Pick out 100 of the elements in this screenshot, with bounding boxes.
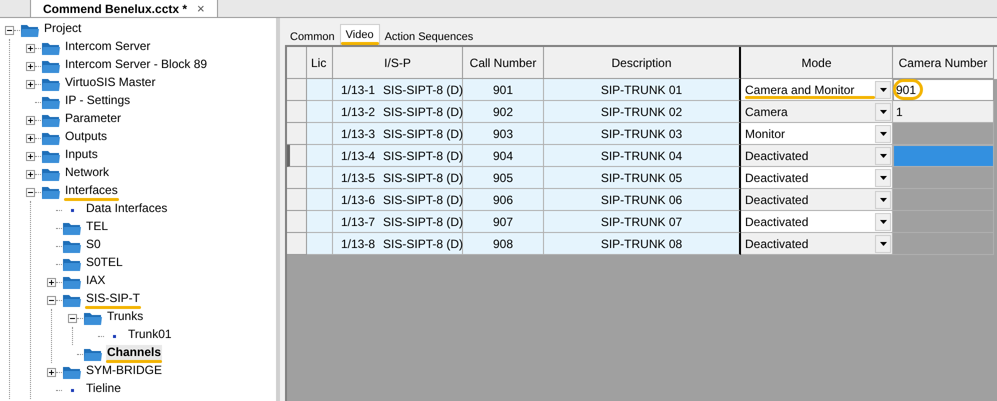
module-text: SIS-SIPT-8 (D) <box>383 126 464 142</box>
dropdown-button[interactable] <box>875 234 891 252</box>
tab[interactable]: Common <box>285 26 340 45</box>
port-text: 1/13-3 <box>341 126 376 142</box>
dropdown-button[interactable] <box>875 124 891 142</box>
tree-item[interactable]: Data Interfaces <box>85 201 168 219</box>
tree-item[interactable]: SIS-SIP-T <box>85 291 142 309</box>
table-cell: SIP-TRUNK 01 <box>544 79 741 101</box>
dropdown-button[interactable] <box>875 212 891 230</box>
tree-item[interactable]: S0 <box>85 237 102 255</box>
collapse-icon[interactable] <box>5 26 14 34</box>
table-cell: SIP-TRUNK 02 <box>544 101 741 123</box>
document-tab[interactable]: Commend Benelux.cctx * × <box>30 0 218 17</box>
module-text: SIS-SIPT-8 (D) <box>383 214 464 230</box>
table-cell: 902 <box>463 101 544 123</box>
mode-value: Camera and Monitor <box>745 80 875 98</box>
expand-icon[interactable] <box>26 80 35 88</box>
folder-icon <box>83 310 103 326</box>
expand-icon[interactable] <box>26 116 35 124</box>
table-cell: SIP-TRUNK 04 <box>544 145 741 167</box>
tree-item[interactable]: S0TEL <box>85 255 124 273</box>
table-cell: 901 <box>463 79 544 101</box>
table-cell: SIP-TRUNK 03 <box>544 123 741 145</box>
expand-icon[interactable] <box>26 62 35 70</box>
caret-icon <box>880 242 886 246</box>
caret-icon <box>880 198 886 202</box>
module-text: SIS-SIPT-8 (D) <box>383 148 464 164</box>
tree-item[interactable]: Intercom Server - Block 89 <box>64 57 208 75</box>
dropdown-button[interactable] <box>875 168 891 186</box>
port-text: 1/13-2 <box>341 104 376 120</box>
tree-item[interactable]: VirtuoSIS Master <box>64 75 156 93</box>
folder-icon <box>41 184 61 200</box>
expand-icon[interactable] <box>47 368 56 376</box>
tree-item[interactable]: Trunks <box>106 309 144 327</box>
port-text: 1/13-5 <box>341 170 376 186</box>
table-cell: 905 <box>463 167 544 189</box>
folder-icon <box>41 166 61 182</box>
tree-item[interactable]: Parameter <box>64 111 122 129</box>
folder-icon <box>41 76 61 92</box>
mode-value: Camera <box>745 104 789 120</box>
collapse-icon[interactable] <box>26 188 35 196</box>
close-button[interactable]: × <box>197 2 205 15</box>
expand-icon[interactable] <box>26 134 35 142</box>
expand-icon[interactable] <box>26 170 35 178</box>
mode-value: Deactivated <box>745 170 810 186</box>
tree-item[interactable]: Interfaces <box>64 183 119 201</box>
module-text: SIS-SIPT-8 (D) <box>383 192 464 208</box>
tree-item[interactable]: SYM-BRIDGE <box>85 363 164 381</box>
folder-icon <box>41 112 61 128</box>
collapse-icon[interactable] <box>68 314 77 322</box>
tree-item[interactable]: TEL <box>85 219 110 237</box>
folder-icon <box>41 130 61 146</box>
port-text: 1/13-6 <box>341 192 376 208</box>
table-cell: 906 <box>463 189 544 211</box>
caret-icon <box>880 154 886 158</box>
tree-item[interactable]: Project <box>43 21 82 39</box>
tree-item[interactable]: Network <box>64 165 110 183</box>
highlight-underline <box>340 42 379 45</box>
folder-icon <box>62 292 82 308</box>
folder-icon <box>41 58 61 74</box>
tree-item[interactable]: Trunk01 <box>127 327 173 345</box>
module-text: SIS-SIPT-8 (D) <box>383 236 464 252</box>
folder-icon <box>41 148 61 164</box>
row-header[interactable] <box>287 145 307 167</box>
caret-icon <box>880 88 886 92</box>
tree-item[interactable]: IP - Settings <box>64 93 132 111</box>
table-cell[interactable] <box>893 145 994 167</box>
expand-icon[interactable] <box>26 152 35 160</box>
caret-icon <box>880 110 886 114</box>
folder-icon <box>62 274 82 290</box>
table-cell[interactable]: 1 <box>893 101 994 123</box>
folder-icon <box>41 94 61 110</box>
tree-item[interactable]: Intercom Server <box>64 39 152 57</box>
caret-icon <box>880 132 886 136</box>
table-cell[interactable]: 901 <box>893 79 994 101</box>
highlight-underline <box>106 360 162 363</box>
dropdown-button[interactable] <box>875 80 891 98</box>
module-text: SIS-SIPT-8 (D) <box>383 82 464 98</box>
document-title: Commend Benelux.cctx * <box>43 0 188 18</box>
tree-item[interactable]: Outputs <box>64 129 108 147</box>
highlight-underline <box>85 306 142 309</box>
tree-item[interactable]: Tieline <box>85 381 122 399</box>
dropdown-button[interactable] <box>875 190 891 208</box>
mode-value: Monitor <box>745 126 786 142</box>
collapse-icon[interactable] <box>47 296 56 304</box>
caret-icon <box>880 176 886 180</box>
dropdown-button[interactable] <box>875 102 891 120</box>
caret-icon <box>880 220 886 224</box>
expand-icon[interactable] <box>47 278 56 286</box>
folder-icon <box>62 256 82 272</box>
highlight-underline <box>64 198 119 201</box>
dropdown-button[interactable] <box>875 146 891 164</box>
tree-item[interactable]: Inputs <box>64 147 99 165</box>
tab[interactable]: Video <box>340 24 380 45</box>
tree-item[interactable]: Channels <box>106 345 162 363</box>
expand-icon[interactable] <box>26 44 35 52</box>
tree-item[interactable]: IAX <box>85 273 106 291</box>
tab[interactable]: Action Sequences <box>380 26 478 45</box>
mode-value: Deactivated <box>745 148 810 164</box>
port-text: 1/13-8 <box>341 236 376 252</box>
